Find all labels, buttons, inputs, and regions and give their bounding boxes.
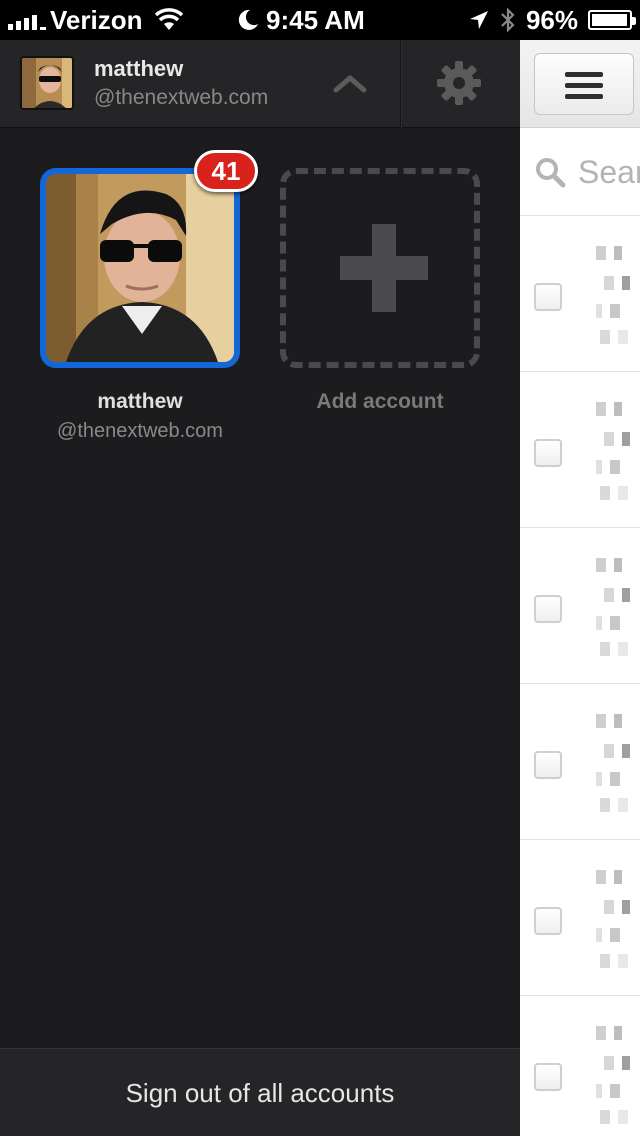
status-bar: Verizon 9:45 AM 96% — [0, 0, 640, 40]
message-checkbox[interactable] — [534, 595, 562, 623]
inbox-panel: Sear — [520, 40, 640, 1136]
battery-percent: 96% — [525, 4, 578, 35]
header-divider — [400, 40, 402, 128]
message-row[interactable] — [520, 996, 640, 1136]
account-photo — [46, 174, 234, 362]
wifi-icon — [155, 8, 184, 30]
drawer-header[interactable]: matthew @thenextweb.com — [0, 40, 520, 128]
menu-button[interactable] — [534, 53, 634, 115]
account-name: matthew — [97, 390, 183, 413]
message-preview-blurred — [596, 1026, 640, 1126]
header-account-email: @thenextweb.com — [94, 86, 269, 109]
header-account-name: matthew — [94, 56, 184, 81]
avatar-photo — [22, 58, 72, 108]
battery-fill — [592, 14, 627, 26]
plus-icon-bar — [340, 256, 428, 280]
avatar — [20, 56, 74, 110]
sign-out-all-button[interactable]: Sign out of all accounts — [0, 1048, 520, 1136]
message-row[interactable] — [520, 840, 640, 996]
status-left: Verizon — [8, 4, 184, 36]
moon-icon — [238, 9, 258, 30]
search-icon — [536, 158, 566, 188]
status-right: 96% — [468, 4, 636, 36]
message-checkbox[interactable] — [534, 907, 562, 935]
message-preview-blurred — [596, 714, 640, 814]
add-account-label[interactable]: Add account — [280, 390, 480, 414]
gear-icon[interactable] — [434, 58, 484, 108]
message-row[interactable] — [520, 528, 640, 684]
account-email: @thenextweb.com — [57, 420, 223, 442]
message-checkbox[interactable] — [534, 1063, 562, 1091]
carrier-label: Verizon — [50, 4, 143, 35]
message-row[interactable] — [520, 216, 640, 372]
menu-icon-bar — [565, 83, 603, 88]
message-preview-blurred — [596, 402, 640, 502]
battery-icon — [588, 10, 636, 30]
message-checkbox[interactable] — [534, 283, 562, 311]
message-preview-blurred — [596, 870, 640, 970]
message-preview-blurred — [596, 558, 640, 658]
unread-count-badge: 41 — [194, 150, 258, 192]
message-preview-blurred — [596, 246, 640, 346]
add-account-button[interactable] — [280, 168, 480, 368]
location-icon — [469, 11, 488, 29]
chevron-up-icon[interactable] — [330, 66, 370, 102]
accounts-drawer: matthew @thenextweb.com 41 matthew @then… — [0, 40, 520, 1136]
message-checkbox[interactable] — [534, 751, 562, 779]
message-row[interactable] — [520, 684, 640, 840]
bluetooth-icon — [501, 7, 515, 33]
signal-icon — [8, 10, 46, 30]
inbox-toolbar — [520, 40, 640, 128]
search-placeholder: Sear — [578, 154, 640, 190]
menu-icon — [565, 72, 603, 77]
message-checkbox[interactable] — [534, 439, 562, 467]
status-time: 9:45 AM — [266, 4, 365, 35]
status-center: 9:45 AM — [236, 4, 365, 36]
menu-icon-bar — [565, 94, 603, 99]
message-row[interactable] — [520, 372, 640, 528]
search-bar[interactable]: Sear — [520, 128, 640, 216]
account-tile-matthew[interactable] — [40, 168, 240, 368]
